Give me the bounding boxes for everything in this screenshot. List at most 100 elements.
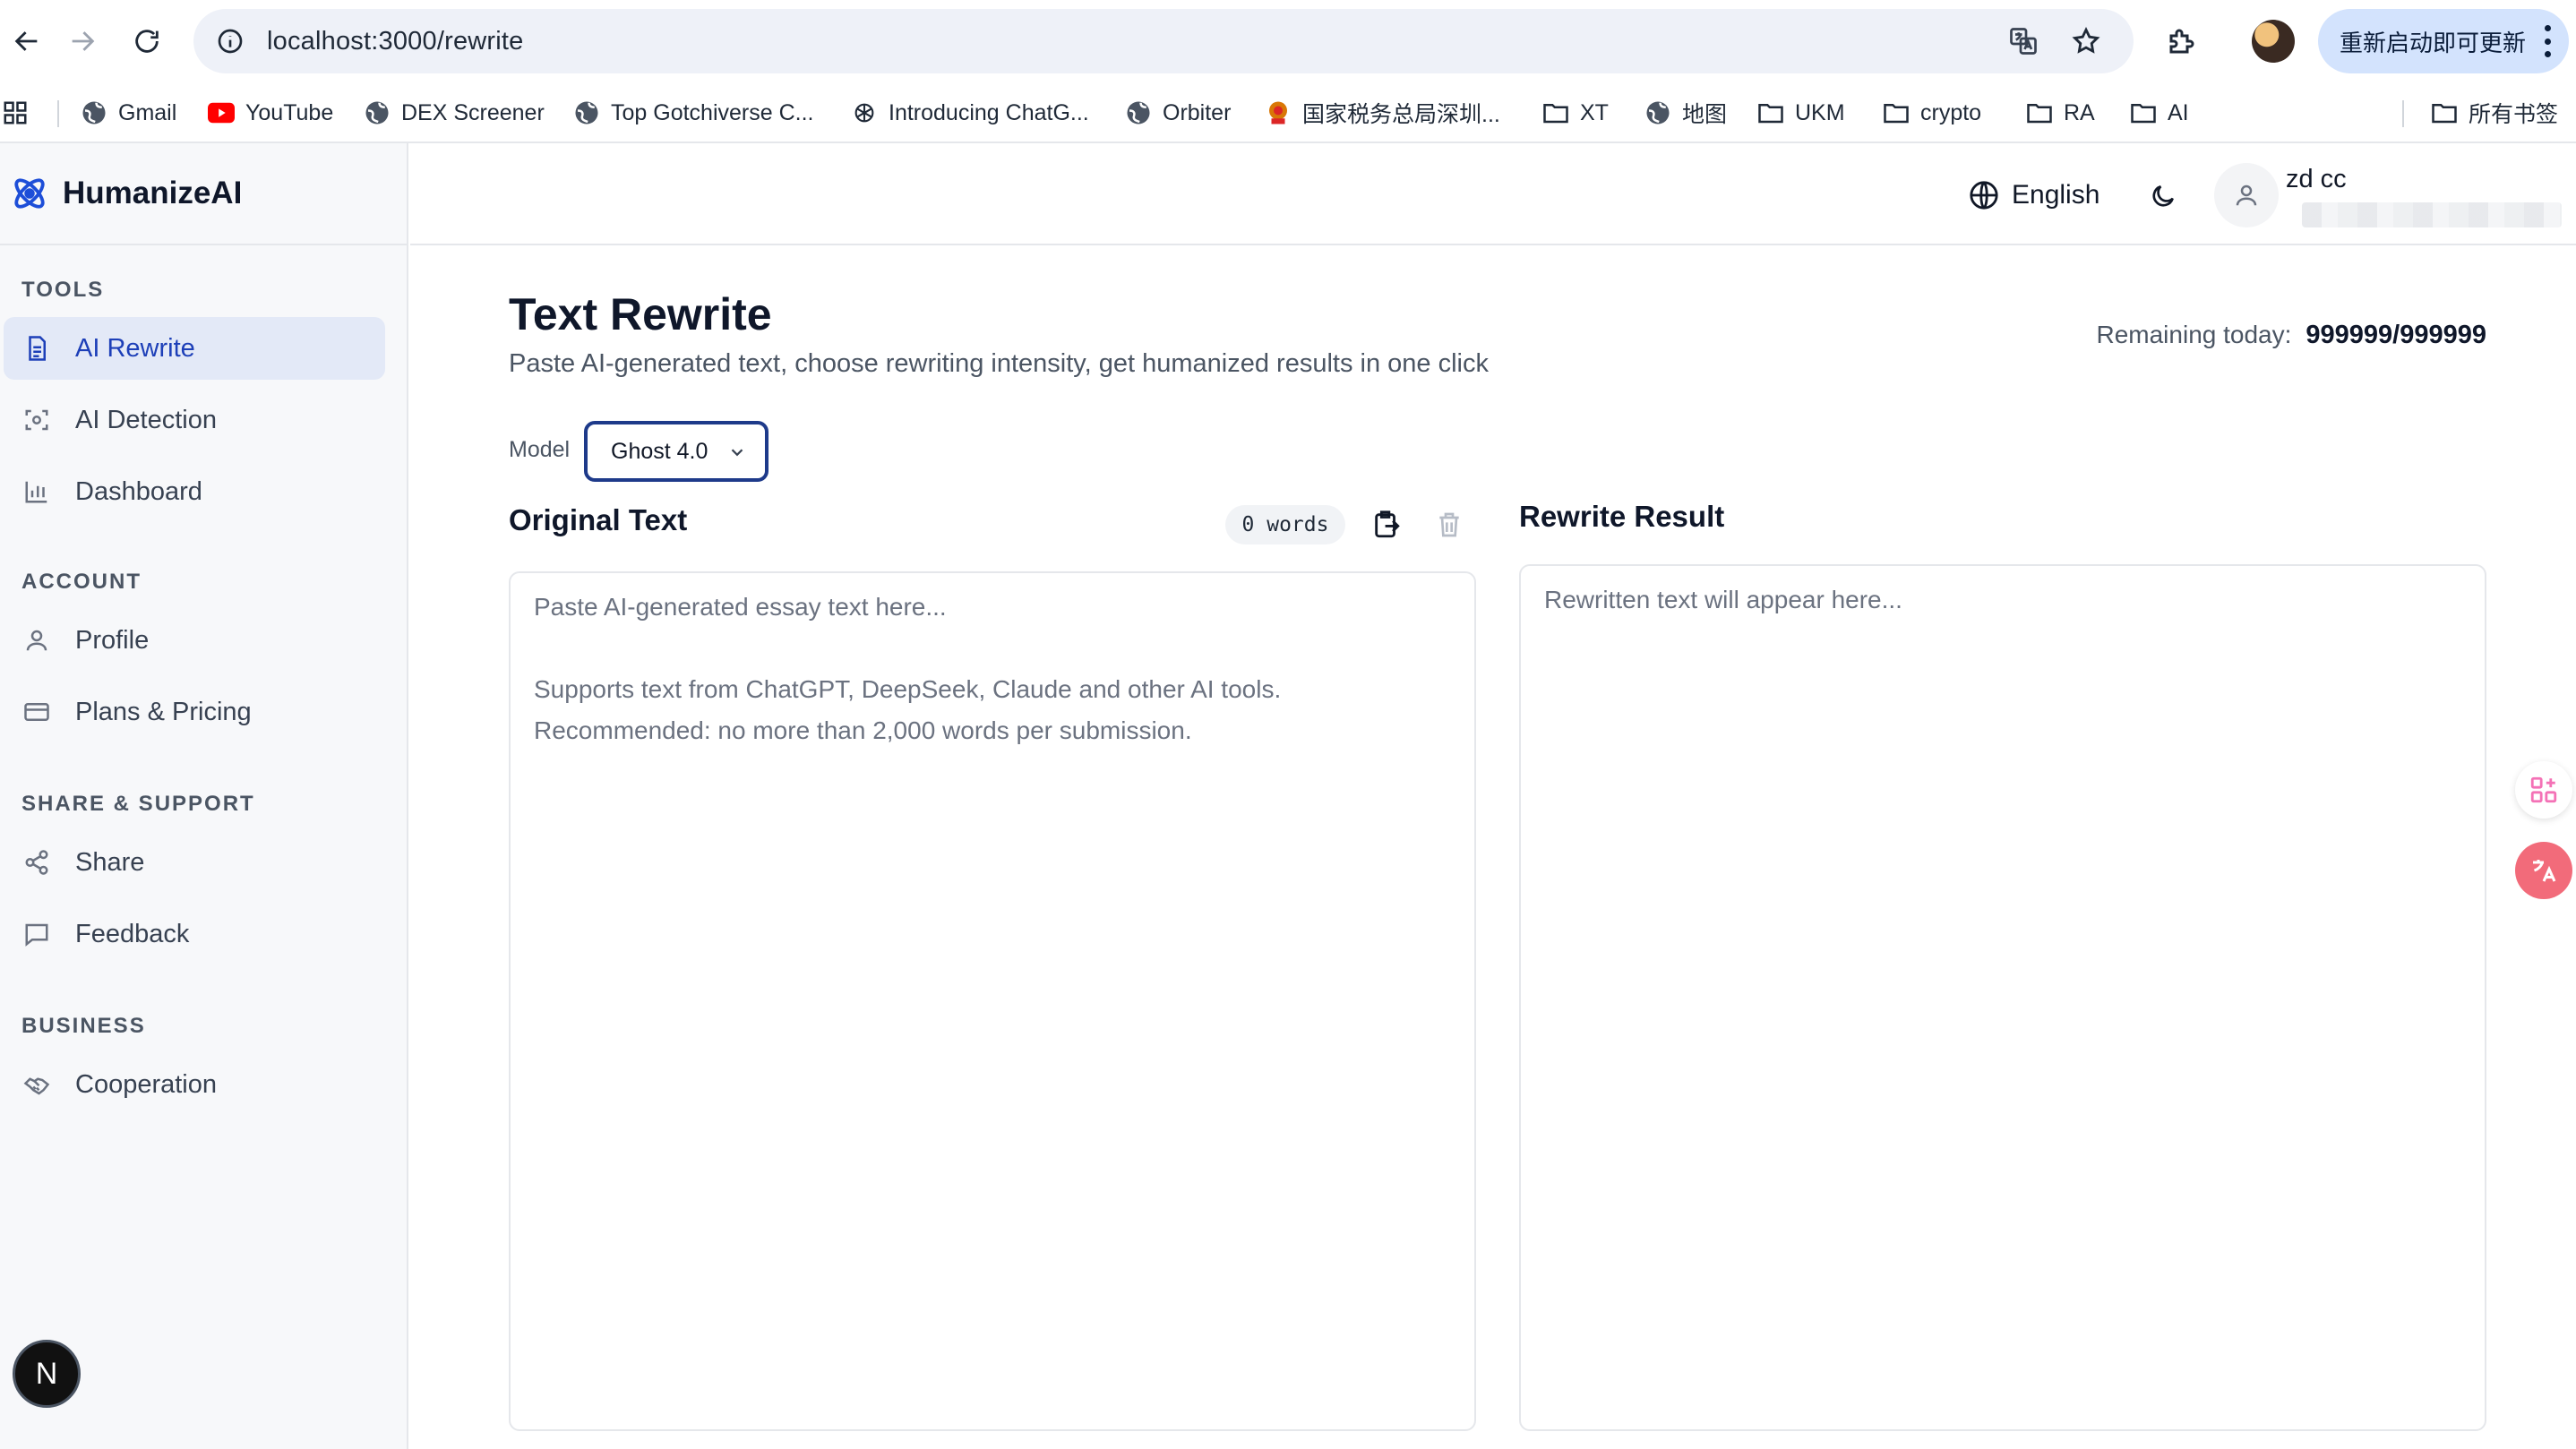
sidebar-item-cooperation[interactable]: Cooperation [4,1053,385,1116]
back-button[interactable] [0,14,54,68]
paste-button[interactable] [1367,505,1406,544]
grid-plus-icon [2530,776,2557,803]
bookmark-folder-ukm[interactable]: UKM [1757,82,1845,143]
update-label: 重新启动即可更新 [2340,29,2527,56]
more-menu-icon[interactable] [2542,25,2553,57]
user-icon [21,625,52,656]
bookmark-youtube[interactable]: YouTube [208,82,333,143]
bookmark-orbiter[interactable]: Orbiter [1125,82,1231,143]
rewrite-result-title: Rewrite Result [1519,500,1725,533]
folder-icon [2130,99,2157,126]
sidebar-item-label: Share [75,847,145,877]
profile-avatar[interactable] [2252,20,2295,63]
trash-icon [1439,512,1459,537]
page-subtitle: Paste AI-generated text, choose rewritin… [509,349,1489,378]
all-bookmarks[interactable]: 所有书签 [2431,82,2558,143]
app: HumanizeAI TOOLS AI Rewrite AI Detection… [0,143,2576,1449]
scan-icon [21,405,52,435]
theme-toggle[interactable] [2141,174,2185,219]
star-icon[interactable] [2064,19,2108,64]
rewrite-result-output[interactable]: Rewritten text will appear here... [1519,564,2486,1431]
clear-button[interactable] [1430,505,1469,544]
youtube-icon [208,99,235,126]
forward-button[interactable] [56,14,109,68]
translate-icon [2533,860,2556,882]
reload-icon [135,30,159,53]
sidebar-item-plans-pricing[interactable]: Plans & Pricing [4,681,385,743]
placeholder-line: Recommended: no more than 2,000 words pe… [534,716,1192,744]
remaining-value: 999999/999999 [2306,321,2486,349]
sidebar-item-ai-detection[interactable]: AI Detection [4,389,385,451]
bookmarks-bar: Gmail YouTube DEX Screener Top Gotchiver… [0,82,2576,143]
address-bar[interactable]: localhost:3000/rewrite [193,9,2134,73]
placeholder-line: Supports text from ChatGPT, DeepSeek, Cl… [534,675,1282,703]
main-content: Text Rewrite Paste AI-generated text, ch… [410,245,2576,1449]
model-select[interactable]: Ghost 4.0 [584,421,769,482]
remaining-quota: Remaining today: 999999/999999 [2096,321,2486,350]
bookmark-chatgpt[interactable]: Introducing ChatG... [851,82,1089,143]
avatar[interactable] [2214,163,2279,227]
language-switcher[interactable]: English [1969,170,2099,220]
folder-icon [1757,99,1784,126]
globe-icon [364,99,391,126]
section-title-tools: TOOLS [21,278,105,302]
extensions-button[interactable] [2155,14,2209,68]
site-info-icon[interactable] [208,19,253,64]
share-icon [21,847,52,878]
bookmark-dex-screener[interactable]: DEX Screener [364,82,545,143]
update-button[interactable]: 重新启动即可更新 [2318,9,2569,73]
sidebar-item-ai-rewrite[interactable]: AI Rewrite [4,317,385,380]
bookmark-folder-ra[interactable]: RA [2026,82,2095,143]
bookmark-tax-bureau[interactable]: 国家税务总局深圳... [1265,82,1500,143]
apps-icon[interactable] [2,82,29,143]
tax-emblem-icon [1265,99,1292,126]
bookmark-gotchiverse[interactable]: Top Gotchiverse C... [573,82,813,143]
brand-name: HumanizeAI [63,176,243,210]
bookmark-folder-xt[interactable]: XT [1542,82,1609,143]
sidebar-item-label: Profile [75,625,150,655]
browser-window: localhost:3000/rewrite 重新启动即可更新 Gmail Yo… [0,0,2576,1449]
placeholder-line: Rewritten text will appear here... [1544,586,1902,613]
globe-icon [1970,181,1998,210]
puzzle-icon [2169,29,2194,54]
translate-widget-button[interactable] [2515,842,2572,899]
atom-logo-icon [14,178,45,209]
credit-card-icon [21,697,52,727]
section-title-business: BUSINESS [21,1014,146,1038]
model-value: Ghost 4.0 [611,438,708,464]
app-header: English zd cc [410,143,2576,245]
clipboard-paste-icon [1375,510,1400,538]
bookmark-folder-crypto[interactable]: crypto [1883,82,1981,143]
language-label: English [2012,180,2100,210]
globe-icon [1644,99,1671,126]
url-text[interactable]: localhost:3000/rewrite [267,27,524,56]
sidebar-item-feedback[interactable]: Feedback [4,903,385,965]
openai-icon [851,99,878,126]
bookmark-gmail[interactable]: Gmail [81,82,176,143]
section-title-share-support: SHARE & SUPPORT [21,792,255,816]
sidebar-item-label: Plans & Pricing [75,697,252,726]
sidebar-item-share[interactable]: Share [4,831,385,894]
folder-icon [2026,99,2053,126]
chevron-down-icon [731,449,743,457]
folder-icon [2431,99,2458,126]
brand[interactable]: HumanizeAI [0,143,407,245]
moon-icon [2152,185,2174,207]
bookmark-map[interactable]: 地图 [1644,82,1727,143]
message-icon [21,919,52,949]
apps-widget-button[interactable] [2515,761,2572,819]
sidebar-item-profile[interactable]: Profile [4,609,385,672]
next-dev-badge[interactable]: N [13,1340,81,1408]
section-title-account: ACCOUNT [21,570,142,594]
translate-icon[interactable] [2001,19,2046,64]
sidebar-item-dashboard[interactable]: Dashboard [4,460,385,523]
word-count-badge: 0 words [1225,505,1345,544]
user-name[interactable]: zd cc [2286,165,2347,194]
globe-icon [1125,99,1152,126]
user-icon [2236,184,2257,206]
reload-button[interactable] [120,14,174,68]
arrow-right-icon [72,31,95,51]
model-label: Model [509,437,571,462]
original-text-input[interactable]: Paste AI-generated essay text here... Su… [509,571,1476,1431]
bookmark-folder-ai[interactable]: AI [2130,82,2189,143]
